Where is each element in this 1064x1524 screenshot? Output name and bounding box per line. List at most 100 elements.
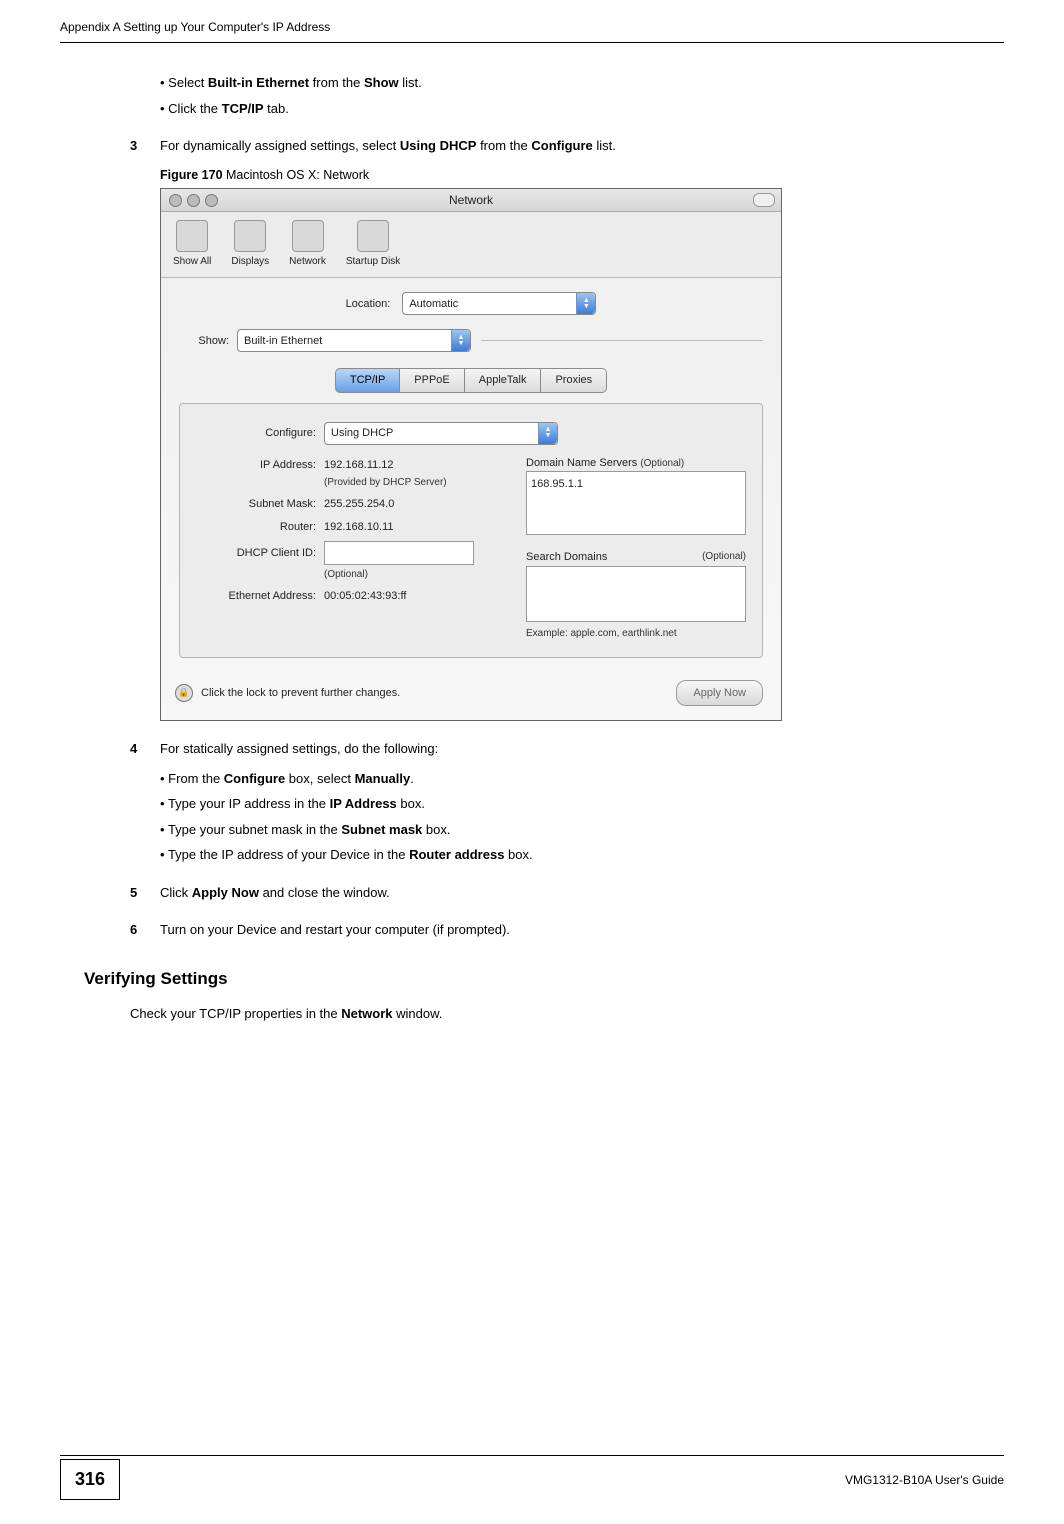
text: box.: [504, 847, 532, 862]
subnet-label: Subnet Mask:: [196, 496, 316, 513]
tab-tcpip[interactable]: TCP/IP: [335, 368, 400, 393]
bullet-configure-manually: From the Configure box, select Manually.: [160, 769, 964, 789]
configure-label: Configure:: [196, 425, 316, 442]
toolbar-network[interactable]: Network: [289, 220, 326, 269]
footer-rule: [60, 1455, 1004, 1456]
header-rule: [60, 42, 1004, 43]
label: Network: [289, 254, 326, 269]
text: Click: [160, 885, 192, 900]
show-label: Show:: [179, 333, 229, 350]
bold: Subnet mask: [341, 822, 422, 837]
text: Type your subnet mask in the: [168, 822, 341, 837]
text: .: [410, 771, 414, 786]
text: From the: [168, 771, 224, 786]
verifying-paragraph: Check your TCP/IP properties in the Netw…: [130, 1004, 964, 1024]
toolbar-startup-disk[interactable]: Startup Disk: [346, 220, 400, 269]
select-value: Built-in Ethernet: [244, 333, 322, 350]
dhcp-note: (Optional): [324, 567, 368, 582]
lock-icon[interactable]: 🔒: [175, 684, 193, 702]
text: from the: [476, 138, 531, 153]
text: box.: [422, 822, 450, 837]
show-select[interactable]: Built-in Ethernet ▲▼: [237, 329, 471, 352]
toolbar-displays[interactable]: Displays: [231, 220, 269, 269]
ethernet-label: Ethernet Address:: [196, 588, 316, 605]
text: box.: [397, 796, 425, 811]
ip-note: (Provided by DHCP Server): [324, 475, 447, 490]
figure-caption: Figure 170 Macintosh OS X: Network: [160, 166, 964, 185]
text: box, select: [285, 771, 354, 786]
show-row: Show: Built-in Ethernet ▲▼: [161, 329, 781, 358]
bullet-subnet-mask: Type your subnet mask in the Subnet mask…: [160, 820, 964, 840]
step-text: Turn on your Device and restart your com…: [160, 920, 510, 940]
tab-appletalk[interactable]: AppleTalk: [465, 368, 542, 393]
ip-label: IP Address:: [196, 457, 316, 474]
dns-label: Domain Name Servers: [526, 457, 637, 469]
configure-row: Configure: Using DHCP▲▼: [196, 422, 746, 445]
router-value: 192.168.10.11: [324, 519, 394, 536]
step-text: Click Apply Now and close the window.: [160, 883, 390, 903]
bold: Using DHCP: [400, 138, 477, 153]
location-select[interactable]: Automatic ▲▼: [402, 292, 596, 315]
step-number: 6: [130, 920, 160, 940]
router-label: Router:: [196, 519, 316, 536]
bullet-select-ethernet: Select Built-in Ethernet from the Show l…: [160, 73, 964, 93]
step-number: 5: [130, 883, 160, 903]
text: and close the window.: [259, 885, 390, 900]
example-text: Example: apple.com, earthlink.net: [526, 626, 746, 641]
lock-text: Click the lock to prevent further change…: [201, 685, 400, 702]
window-title: Network: [161, 191, 781, 209]
bullet-router-address: Type the IP address of your Device in th…: [160, 845, 964, 865]
label: Displays: [231, 254, 269, 269]
text: For dynamically assigned settings, selec…: [160, 138, 400, 153]
step-text: For statically assigned settings, do the…: [160, 739, 438, 759]
toolbar-show-all[interactable]: Show All: [173, 220, 211, 269]
bold: IP Address: [330, 796, 397, 811]
step-3: 3 For dynamically assigned settings, sel…: [130, 136, 964, 156]
bullet-click-tcpip: Click the TCP/IP tab.: [160, 99, 964, 119]
search-header: Search Domains (Optional): [526, 549, 746, 566]
configure-select[interactable]: Using DHCP▲▼: [324, 422, 558, 445]
toolbar-toggle-icon[interactable]: [753, 193, 775, 207]
intro-bullets: Select Built-in Ethernet from the Show l…: [160, 73, 964, 118]
bold: Network: [341, 1006, 392, 1021]
text: Select: [168, 75, 208, 90]
tab-proxies[interactable]: Proxies: [541, 368, 607, 393]
step-number: 3: [130, 136, 160, 156]
bullet-ip-address: Type your IP address in the IP Address b…: [160, 794, 964, 814]
running-header: Appendix A Setting up Your Computer's IP…: [0, 0, 1064, 42]
step-4: 4 For statically assigned settings, do t…: [130, 739, 964, 759]
ip-value: 192.168.11.12: [324, 457, 394, 474]
dns-header: Domain Name Servers (Optional): [526, 455, 746, 472]
bold: TCP/IP: [222, 101, 264, 116]
bold: Manually: [355, 771, 411, 786]
select-value: Automatic: [409, 296, 458, 313]
ip-note-row: (Provided by DHCP Server): [196, 475, 508, 490]
figure-label: Figure 170: [160, 168, 223, 182]
show-all-icon: [176, 220, 208, 252]
step-5: 5 Click Apply Now and close the window.: [130, 883, 964, 903]
text: from the: [309, 75, 364, 90]
subnet-value: 255.255.254.0: [324, 496, 394, 513]
ip-row: IP Address: 192.168.11.12: [196, 457, 508, 474]
search-domains-input[interactable]: [526, 566, 746, 622]
text: Check your TCP/IP properties in the: [130, 1006, 341, 1021]
chevron-updown-icon: ▲▼: [576, 293, 595, 314]
dhcp-note-row: (Optional): [196, 567, 508, 582]
ethernet-row: Ethernet Address:00:05:02:43:93:ff: [196, 588, 508, 605]
columns: IP Address: 192.168.11.12 (Provided by DH…: [196, 451, 746, 641]
text: Click the: [168, 101, 221, 116]
bold: Show: [364, 75, 399, 90]
search-optional: (Optional): [702, 549, 746, 564]
bold: Built-in Ethernet: [208, 75, 309, 90]
text: window.: [393, 1006, 443, 1021]
tab-pppoe[interactable]: PPPoE: [400, 368, 464, 393]
apply-now-button[interactable]: Apply Now: [676, 680, 763, 707]
chevron-updown-icon: ▲▼: [451, 330, 470, 351]
prefs-toolbar: Show All Displays Network Startup Disk: [161, 212, 781, 278]
dhcp-client-input[interactable]: [324, 541, 474, 565]
chevron-updown-icon: ▲▼: [538, 423, 557, 444]
dhcp-client-row: DHCP Client ID:: [196, 541, 508, 565]
rule: [481, 340, 763, 341]
macosx-network-screenshot: Network Show All Displays Network Startu…: [160, 188, 782, 721]
dns-input[interactable]: 168.95.1.1: [526, 471, 746, 535]
